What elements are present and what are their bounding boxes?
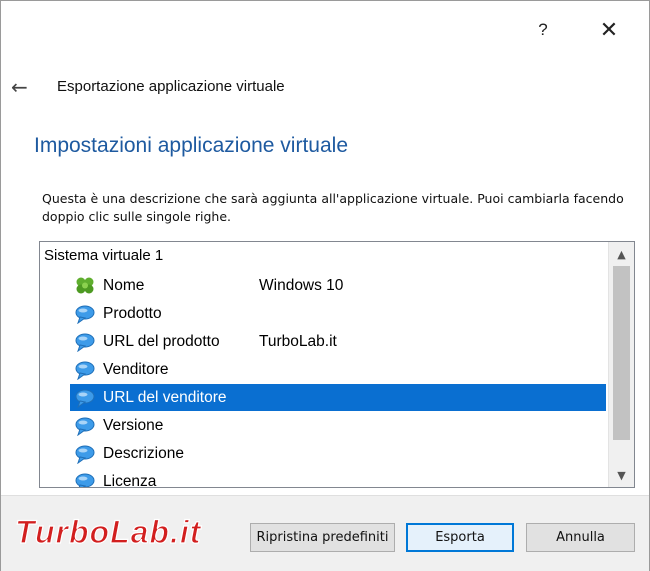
tree-row-url-prodotto[interactable]: URL del prodotto TurboLab.it — [70, 328, 606, 355]
tree-row-versione[interactable]: Versione — [70, 412, 606, 439]
speech-bubble-icon — [74, 472, 96, 487]
speech-bubble-icon — [74, 360, 96, 380]
speech-bubble-icon — [74, 444, 96, 464]
close-button[interactable]: ✕ — [589, 15, 629, 45]
row-label: Venditore — [103, 360, 169, 378]
row-label: Licenza — [103, 472, 157, 488]
row-label: URL del venditore — [103, 388, 227, 406]
row-label: Nome — [103, 276, 145, 294]
svg-text:TurboLab.it: TurboLab.it — [15, 514, 202, 550]
row-label: Descrizione — [103, 444, 184, 462]
cancel-button[interactable]: Annulla — [526, 523, 635, 552]
vertical-scrollbar[interactable]: ▲ ▼ — [608, 242, 634, 487]
wizard-title: Esportazione applicazione virtuale — [57, 78, 285, 95]
row-label: Versione — [103, 416, 164, 434]
speech-bubble-icon — [74, 304, 96, 324]
export-button[interactable]: Esporta — [406, 523, 514, 552]
speech-bubble-icon — [74, 388, 96, 408]
page-description: Questa è una descrizione che sarà aggiun… — [42, 191, 624, 224]
clover-icon — [74, 276, 96, 296]
appliance-settings-tree[interactable]: Sistema virtuale 1 Nome Windows 10 Prodo… — [39, 241, 635, 488]
tree-row-url-venditore[interactable]: URL del venditore — [70, 384, 606, 411]
tree-row-licenza[interactable]: Licenza — [70, 468, 606, 488]
export-dialog-window: ? ✕ ← Esportazione applicazione virtuale… — [0, 0, 650, 571]
page-heading: Impostazioni applicazione virtuale — [34, 134, 349, 157]
scroll-thumb[interactable] — [613, 266, 630, 440]
turbolab-logo: TurboLab.it — [14, 513, 202, 550]
tree-row-venditore[interactable]: Venditore — [70, 356, 606, 383]
scroll-down-icon[interactable]: ▼ — [609, 465, 634, 485]
tree-row-descrizione[interactable]: Descrizione — [70, 440, 606, 467]
row-value: Windows 10 — [259, 276, 344, 294]
help-button[interactable]: ? — [523, 15, 563, 45]
scroll-up-icon[interactable]: ▲ — [609, 244, 634, 264]
speech-bubble-icon — [74, 416, 96, 436]
restore-defaults-button[interactable]: Ripristina predefiniti — [250, 523, 395, 552]
tree-row-prodotto[interactable]: Prodotto — [70, 300, 606, 327]
row-value: TurboLab.it — [259, 332, 337, 350]
row-label: URL del prodotto — [103, 332, 220, 350]
back-arrow-icon[interactable]: ← — [11, 75, 28, 99]
tree-root-label[interactable]: Sistema virtuale 1 — [44, 247, 163, 264]
row-label: Prodotto — [103, 304, 162, 322]
speech-bubble-icon — [74, 332, 96, 352]
tree-row-nome[interactable]: Nome Windows 10 — [70, 272, 606, 299]
